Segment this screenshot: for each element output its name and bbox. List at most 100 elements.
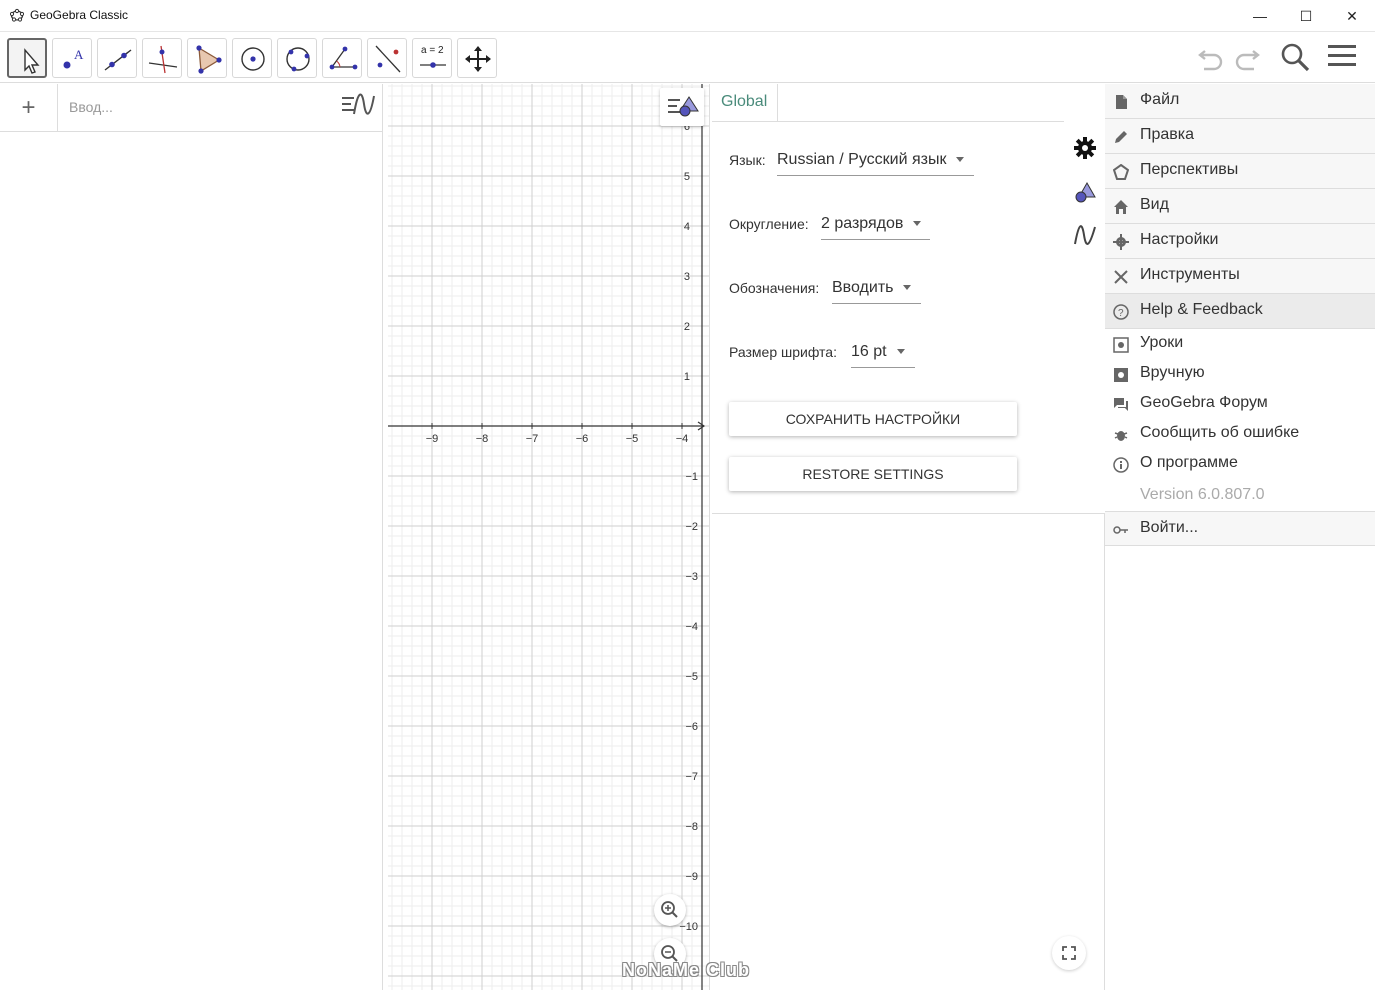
geogebra-logo-icon — [10, 8, 24, 22]
menu-item-label: Настройки — [1140, 231, 1219, 248]
y-tick-label: 4 — [684, 221, 690, 233]
graphics-view[interactable]: −9 −8 −7 −6 −5 −4 6 5 4 3 2 1 −1 −2 −3 −4 −5 −6 −7 −8 −9 −10 — [388, 84, 710, 990]
font-size-label: Размер шрифта: — [729, 344, 837, 360]
polygon-icon — [196, 45, 222, 74]
restore-settings-button[interactable]: RESTORE SETTINGS — [729, 457, 1017, 491]
line-icon — [104, 49, 132, 71]
maximize-button[interactable]: ☐ — [1283, 0, 1329, 32]
redo-icon[interactable] — [1232, 41, 1262, 71]
algebra-view-settings-button[interactable] — [336, 86, 380, 128]
font-size-dropdown[interactable]: 16 pt — [851, 343, 915, 368]
menu-item-help-feedback[interactable]: ? Help & Feedback — [1105, 294, 1375, 329]
sign-in-icon — [1113, 526, 1128, 534]
menu-subitem-label: Уроки — [1140, 334, 1184, 351]
x-tick-label: −7 — [526, 433, 539, 445]
reflect-tool[interactable] — [367, 38, 407, 78]
minimize-icon: — — [1253, 8, 1267, 24]
menu-subitem-label: GeoGebra Форум — [1140, 394, 1268, 411]
menu-subitem-report-bug[interactable]: Сообщить об ошибке — [1105, 419, 1375, 449]
graphics-settings-icon[interactable] — [1073, 180, 1097, 204]
algebra-input-field[interactable]: Ввод... — [60, 92, 330, 122]
menu-item-label: Перспективы — [1140, 161, 1239, 178]
menu-subitem-label: Сообщить об ошибке — [1140, 424, 1300, 441]
slider-tool[interactable]: a = 2 — [412, 38, 452, 78]
minimize-button[interactable]: — — [1237, 0, 1283, 32]
menu-item-label: Инструменты — [1140, 266, 1240, 283]
perpendicular-line-icon — [148, 45, 178, 74]
menu-item-sign-in[interactable]: Войти... — [1105, 511, 1375, 546]
algebra-settings-icon[interactable] — [1073, 224, 1097, 248]
circle-center-icon — [241, 47, 265, 71]
manual-icon — [1114, 368, 1128, 382]
move-tool[interactable] — [7, 38, 47, 78]
chevron-down-icon — [896, 349, 905, 355]
window-title: GeoGebra Classic — [30, 8, 129, 22]
perspectives-icon — [1113, 164, 1129, 180]
slider-tool-label: a = 2 — [421, 45, 444, 56]
help-icon: ? — [1113, 304, 1129, 320]
line-tool[interactable] — [97, 38, 137, 78]
y-tick-label: −6 — [685, 721, 698, 733]
zoom-in-button[interactable] — [654, 894, 686, 926]
menu-subitem-about[interactable]: О программе — [1105, 449, 1375, 479]
tab-global[interactable]: Global — [712, 84, 778, 122]
menu-item-edit[interactable]: Правка — [1105, 119, 1375, 154]
rounding-dropdown[interactable]: 2 разрядов — [821, 215, 930, 240]
menu-subitem-tutorials[interactable]: Уроки — [1105, 329, 1375, 359]
y-tick-label: −3 — [685, 571, 698, 583]
y-tick-label: −2 — [685, 521, 698, 533]
zoom-in-icon — [661, 901, 678, 918]
main-menu: Файл Правка Перспективы Вид Настройки Ин… — [1105, 84, 1375, 990]
y-tick-label: −5 — [685, 671, 698, 683]
menu-item-file[interactable]: Файл — [1105, 84, 1375, 119]
tutorials-icon — [1113, 337, 1129, 353]
menu-item-view[interactable]: Вид — [1105, 189, 1375, 224]
language-dropdown[interactable]: Russian / Русский язык — [777, 151, 974, 176]
font-size-value: 16 pt — [851, 343, 887, 360]
y-tick-label: −4 — [685, 621, 698, 633]
undo-icon[interactable] — [1196, 41, 1226, 71]
gear-icon[interactable] — [1073, 136, 1097, 160]
forum-icon — [1114, 398, 1128, 411]
fullscreen-button[interactable] — [1052, 936, 1086, 970]
perpendicular-line-tool[interactable] — [142, 38, 182, 78]
angle-icon — [329, 46, 358, 70]
save-settings-button[interactable]: СОХРАНИТЬ НАСТРОЙКИ — [729, 402, 1017, 436]
close-window-button[interactable]: ✕ — [1329, 0, 1375, 32]
version-label: Version 6.0.807.0 — [1140, 486, 1265, 503]
angle-tool[interactable] — [322, 38, 362, 78]
menu-subitem-manual[interactable]: Вручную — [1105, 359, 1375, 389]
watermark: NoNaMe Club — [622, 960, 750, 980]
x-tick-label: −8 — [476, 433, 489, 445]
y-tick-label: −8 — [685, 821, 698, 833]
y-tick-label: −7 — [685, 771, 698, 783]
menu-item-label: Вид — [1140, 196, 1169, 213]
cursor-arrow-icon — [24, 48, 40, 74]
hamburger-menu-icon[interactable] — [1327, 41, 1357, 71]
gear-icon — [1113, 234, 1129, 250]
chevron-down-icon — [903, 285, 912, 291]
point-tool[interactable]: A — [52, 38, 92, 78]
menu-subitem-forum[interactable]: GeoGebra Форум — [1105, 389, 1375, 419]
add-item-button[interactable]: + — [0, 84, 58, 132]
menu-subitem-label: О программе — [1140, 454, 1238, 471]
menu-item-perspectives[interactable]: Перспективы — [1105, 154, 1375, 189]
search-icon[interactable] — [1279, 41, 1311, 73]
svg-text:?: ? — [1118, 308, 1124, 319]
move-arrows-icon — [465, 46, 491, 72]
info-icon — [1113, 457, 1129, 473]
menu-item-label: Help & Feedback — [1140, 301, 1263, 318]
circle-center-point-tool[interactable] — [232, 38, 272, 78]
toolbar: A a = 2 — [0, 33, 1375, 83]
menu-item-settings[interactable]: Настройки — [1105, 224, 1375, 259]
graphics-style-bar-button[interactable] — [660, 88, 704, 126]
polygon-tool[interactable] — [187, 38, 227, 78]
circle-three-points-tool[interactable] — [277, 38, 317, 78]
labeling-dropdown[interactable]: Вводить — [832, 279, 921, 304]
menu-item-tools[interactable]: Инструменты — [1105, 259, 1375, 294]
y-tick-label: 3 — [684, 271, 690, 283]
plus-icon: + — [21, 94, 36, 121]
move-graphics-tool[interactable] — [457, 38, 497, 78]
labeling-label: Обозначения: — [729, 280, 820, 296]
rounding-value: 2 разрядов — [821, 215, 904, 232]
